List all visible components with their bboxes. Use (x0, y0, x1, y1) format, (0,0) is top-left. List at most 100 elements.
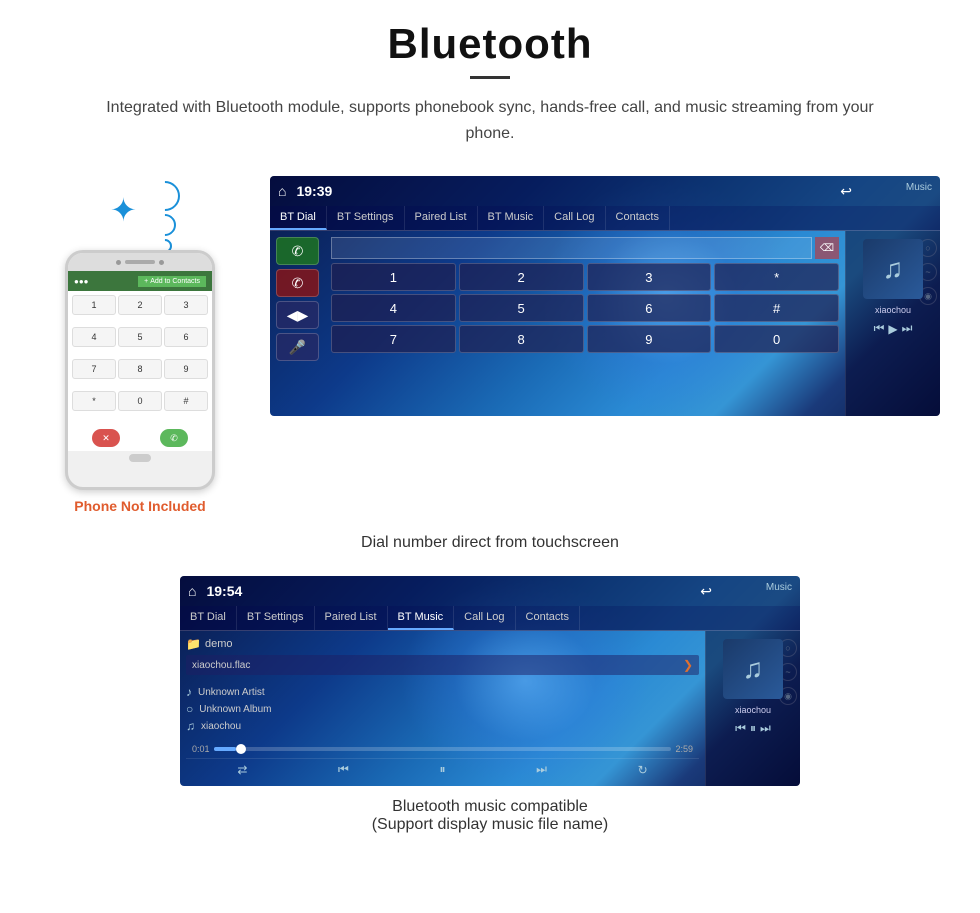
phone-mockup: ●●● + Add to Contacts 1 2 3 4 5 6 7 (65, 250, 215, 490)
phone-home-button[interactable] (129, 454, 151, 462)
dial-grid: 1 2 3 * 4 5 6 # 7 8 9 0 (331, 263, 839, 353)
music-tab-paired-list[interactable]: Paired List (315, 606, 388, 630)
folder-row: 📁 demo (186, 637, 699, 651)
progress-fill (214, 747, 237, 751)
music-time: 19:54 (206, 583, 242, 599)
time-start: 0:01 (192, 744, 210, 754)
hangup-button[interactable]: ✆ (276, 269, 319, 297)
phone-speaker (125, 260, 155, 264)
music-prev-button[interactable]: ⏮ (735, 721, 746, 736)
play-button[interactable]: ▶ (888, 322, 897, 336)
phone-end-call-button[interactable]: ✕ (92, 429, 120, 447)
tab-bt-dial[interactable]: BT Dial (270, 206, 327, 230)
music-back-icon[interactable]: ↩ (700, 583, 712, 600)
bt-icon-area: ✦ (100, 176, 180, 246)
repeat-button[interactable]: ↻ (638, 763, 648, 777)
wave-medium (149, 210, 180, 241)
time-end: 2:59 (675, 744, 693, 754)
dial-backspace-button[interactable]: ⌫ (815, 237, 839, 259)
dial-key-star[interactable]: * (714, 263, 839, 291)
signal-waves (150, 181, 180, 253)
phone-not-included: Phone Not Included (74, 498, 205, 514)
progress-bar[interactable] (214, 747, 672, 751)
phone-sensor (159, 260, 164, 265)
tab-contacts[interactable]: Contacts (606, 206, 670, 230)
dial-key-1[interactable]: 1 (331, 263, 456, 291)
progress-dot (236, 744, 246, 754)
dial-screen-bg: ⌂ 19:39 ↩ Music BT Dial BT Settings Pair… (270, 176, 940, 416)
artist-icon: ♪ (186, 685, 192, 699)
phone-key-7[interactable]: 7 (72, 359, 116, 379)
music-tab-bt-dial[interactable]: BT Dial (180, 606, 237, 630)
artist-row: ♪ Unknown Artist (186, 685, 699, 699)
car-home-icon[interactable]: ⌂ (278, 183, 286, 199)
dial-tabs: BT Dial BT Settings Paired List BT Music… (270, 206, 940, 231)
phone-key-2[interactable]: 2 (118, 295, 162, 315)
phone-status-text: ●●● (74, 277, 89, 286)
mic-button[interactable]: 🎤 (276, 333, 319, 361)
next-button[interactable]: ⏭ (536, 762, 547, 777)
dial-key-2[interactable]: 2 (459, 263, 584, 291)
dial-key-6[interactable]: 6 (587, 294, 712, 322)
prev-button[interactable]: ⏮ (338, 762, 349, 777)
music-tab-contacts[interactable]: Contacts (516, 606, 580, 630)
tab-call-log[interactable]: Call Log (544, 206, 605, 230)
dial-center-panel: ⌫ 1 2 3 * 4 5 6 # 7 8 (325, 231, 845, 416)
page-container: Bluetooth Integrated with Bluetooth modu… (0, 0, 980, 874)
bottom-controls: ⇄ ⏮ ⏸ ⏭ ↻ (186, 758, 699, 780)
dial-key-hash[interactable]: # (714, 294, 839, 322)
tab-paired-list[interactable]: Paired List (405, 206, 478, 230)
phone-key-1[interactable]: 1 (72, 295, 116, 315)
phone-key-3[interactable]: 3 (164, 295, 208, 315)
dial-key-5[interactable]: 5 (459, 294, 584, 322)
file-row[interactable]: xiaochou.flac ❯ (186, 655, 699, 675)
prev-track-button[interactable]: ⏮ (874, 321, 885, 336)
pause-button[interactable]: ⏸ (439, 762, 445, 777)
music-note-icon-2: ♫ (743, 653, 764, 685)
dial-number-display[interactable] (331, 237, 812, 259)
mute-button[interactable]: ◀▶ (276, 301, 319, 329)
phone-key-5[interactable]: 5 (118, 327, 162, 347)
phone-key-star[interactable]: * (72, 391, 116, 411)
phone-key-9[interactable]: 9 (164, 359, 208, 379)
phone-call-button[interactable]: ✆ (160, 429, 188, 447)
music-next-button[interactable]: ⏭ (760, 721, 771, 736)
phone-key-8[interactable]: 8 (118, 359, 162, 379)
phone-bottom-actions: ✕ ✆ (68, 425, 212, 451)
dial-key-8[interactable]: 8 (459, 325, 584, 353)
dial-key-0[interactable]: 0 (714, 325, 839, 353)
dial-key-9[interactable]: 9 (587, 325, 712, 353)
phone-screen: ●●● + Add to Contacts 1 2 3 4 5 6 7 (68, 271, 212, 451)
tab-bt-music[interactable]: BT Music (478, 206, 545, 230)
phone-key-4[interactable]: 4 (72, 327, 116, 347)
phone-key-6[interactable]: 6 (164, 327, 208, 347)
progress-row: 0:01 2:59 (192, 744, 693, 754)
album-name: Unknown Album (199, 704, 271, 715)
track-icon: ♫ (186, 719, 195, 733)
dial-top-bar: ⌂ 19:39 ↩ Music (270, 176, 940, 206)
dial-key-3[interactable]: 3 (587, 263, 712, 291)
music-tab-bt-music[interactable]: BT Music (388, 606, 455, 630)
music-caption: Bluetooth music compatible (Support disp… (372, 798, 609, 834)
music-pause-button[interactable]: ⏸ (750, 721, 756, 736)
dial-car-screen: ⌂ 19:39 ↩ Music BT Dial BT Settings Pair… (270, 176, 940, 416)
music-caption-line2: (Support display music file name) (372, 816, 609, 834)
car-back-icon[interactable]: ↩ (840, 183, 852, 200)
bluetooth-icon: ✦ (110, 191, 137, 229)
music-label-top: Music (766, 582, 792, 593)
file-arrow-icon: ❯ (683, 658, 693, 672)
music-tab-bt-settings[interactable]: BT Settings (237, 606, 315, 630)
music-tab-call-log[interactable]: Call Log (454, 606, 515, 630)
call-button[interactable]: ✆ (276, 237, 319, 265)
phone-camera (116, 260, 121, 265)
music-home-icon[interactable]: ⌂ (188, 583, 196, 599)
dial-key-7[interactable]: 7 (331, 325, 456, 353)
tab-bt-settings[interactable]: BT Settings (327, 206, 405, 230)
phone-status-bar: ●●● + Add to Contacts (68, 271, 212, 291)
phone-key-hash[interactable]: # (164, 391, 208, 411)
next-track-button[interactable]: ⏭ (902, 321, 913, 336)
phone-key-0[interactable]: 0 (118, 391, 162, 411)
dial-key-4[interactable]: 4 (331, 294, 456, 322)
shuffle-button[interactable]: ⇄ (237, 763, 247, 777)
dial-right-panel: ♫ xiaochou ⏮ ▶ ⏭ (845, 231, 940, 416)
